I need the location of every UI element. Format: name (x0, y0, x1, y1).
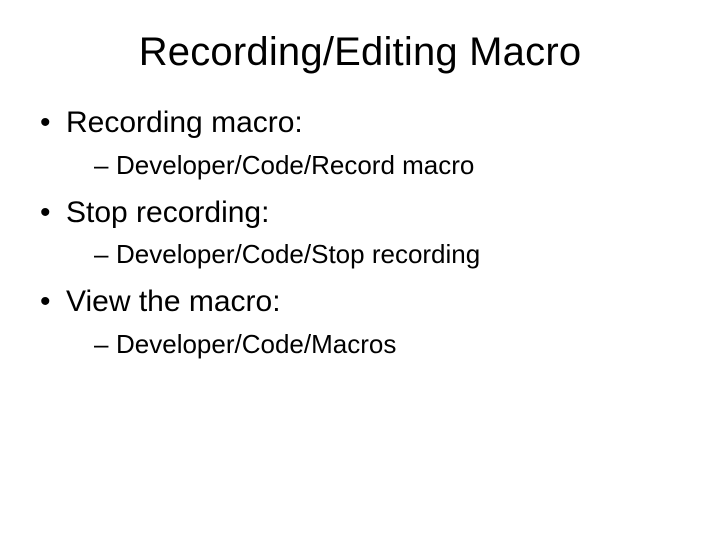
bullet-label: Stop recording: (66, 196, 269, 229)
sub-bullet-label: Developer/Code/Macros (116, 329, 396, 359)
bullet-label: Recording macro: (66, 106, 303, 139)
slide-title: Recording/Editing Macro (36, 30, 684, 75)
sub-bullet-item: Developer/Code/Stop recording (94, 237, 684, 272)
sub-bullet-label: Developer/Code/Record macro (116, 150, 474, 180)
sub-bullet-list: Developer/Code/Stop recording (66, 237, 684, 272)
sub-bullet-item: Developer/Code/Record macro (94, 148, 684, 183)
bullet-item: View the macro: Developer/Code/Macros (40, 282, 684, 362)
sub-bullet-label: Developer/Code/Stop recording (116, 239, 480, 269)
sub-bullet-list: Developer/Code/Record macro (66, 148, 684, 183)
sub-bullet-list: Developer/Code/Macros (66, 327, 684, 362)
bullet-item: Recording macro: Developer/Code/Record m… (40, 103, 684, 183)
bullet-item: Stop recording: Developer/Code/Stop reco… (40, 193, 684, 273)
sub-bullet-item: Developer/Code/Macros (94, 327, 684, 362)
bullet-list: Recording macro: Developer/Code/Record m… (36, 103, 684, 362)
bullet-label: View the macro: (66, 285, 281, 318)
slide: Recording/Editing Macro Recording macro:… (0, 0, 720, 540)
